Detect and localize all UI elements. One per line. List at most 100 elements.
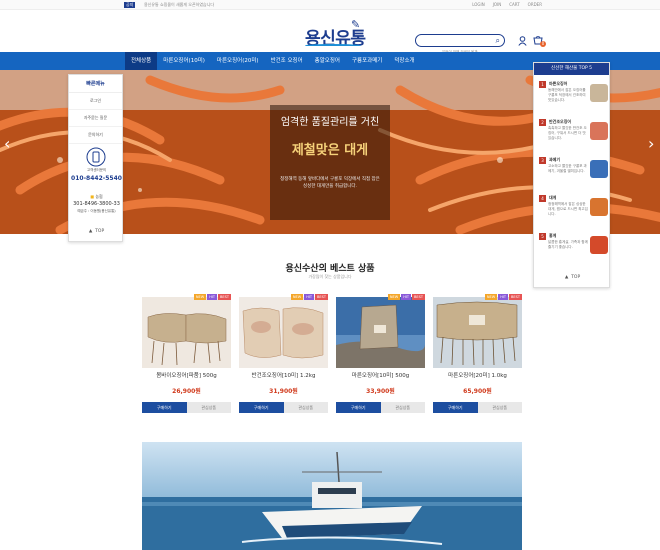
nav-item-dried-10[interactable]: 마른오징어(10미) — [157, 52, 211, 70]
squid-logo-icon: ✎ — [351, 18, 360, 31]
item-desc: 달콤한 홍게살, 가족과 함께 즐기기 좋습니다. — [548, 240, 588, 249]
buy-button[interactable]: 구매하기 — [239, 402, 284, 413]
nav-item-dried-20[interactable]: 마른오징어(20미) — [211, 52, 265, 70]
top5-item[interactable]: 4 대게 청정해역에서 잡은 싱싱한 대게, 찜으로 드시면 최고입니다. — [537, 195, 609, 227]
notice-text[interactable]: 용신유통 쇼핑몰이 새롭게 오픈하였습니다 — [144, 2, 214, 8]
product-tags: NEW HIT BEST — [193, 294, 231, 300]
rank-number: 2 — [539, 119, 546, 126]
nav-item-semi-dried[interactable]: 반건조 오징어 — [265, 52, 309, 70]
nav-item-all[interactable]: 전체상품 — [125, 52, 158, 70]
tag-hit: HIT — [304, 294, 315, 300]
scroll-top-button[interactable]: ▲ TOP — [69, 229, 124, 234]
quick-menu-inquiry[interactable]: 문의하기 — [69, 127, 122, 144]
product-card[interactable]: NEW HIT BEST 마른오징어[10미] 500g 33,900원 구매하… — [336, 294, 425, 416]
rank-number: 4 — [539, 195, 546, 202]
crab-icon — [590, 198, 608, 216]
join-link[interactable]: JOIN — [493, 2, 502, 8]
hero-description: 청정해역 동해 앞바다에서 구룡포 덕장에서 직접 잡은 싱싱한 대게만을 취급… — [280, 177, 380, 189]
section-subtitle: 가장많이 찾는 상품입니다 — [308, 274, 352, 279]
user-icon[interactable] — [518, 36, 527, 46]
tag-best: BEST — [412, 294, 425, 300]
chevron-right-icon[interactable]: › — [648, 134, 654, 153]
tag-new: NEW — [290, 294, 304, 300]
quick-menu-title: 빠른메뉴 — [69, 75, 122, 93]
product-tags: NEW HIT BEST — [290, 294, 328, 300]
product-actions: 구매하기 관심상품 — [433, 402, 522, 413]
product-card[interactable]: NEW HIT BEST 마른오징어[20미] 1.0kg 65,900원 구매… — [433, 294, 522, 416]
top-bar: 공지 용신유통 쇼핑몰이 새롭게 오픈하였습니다 LOGIN JOIN CART… — [0, 0, 660, 10]
cart-count-badge: 0 — [540, 41, 546, 47]
top5-panel: 신선한 해산물 TOP 5 1 마른오징어 동해안에서 잡은 오징어를 구룡포 … — [533, 62, 610, 288]
notice-badge: 공지 — [124, 2, 136, 8]
nav-item-gwamegi[interactable]: 구룡포과메기 — [346, 52, 388, 70]
product-tags: NEW HIT BEST — [484, 294, 522, 300]
item-name: 홍게 — [549, 233, 557, 238]
search-icon[interactable]: ⌕ — [496, 36, 500, 46]
item-desc: 동해안에서 잡은 오징어를 구룡포 덕장에서 건조하여 맛있습니다. — [548, 88, 586, 102]
product-price: 26,900원 — [172, 388, 201, 395]
product-image[interactable] — [336, 297, 425, 368]
cart-link[interactable]: CART — [509, 2, 519, 8]
wishlist-button[interactable]: 관심상품 — [283, 402, 328, 413]
product-image[interactable] — [239, 297, 328, 368]
product-card[interactable]: NEW HIT BEST 반건조오징어[10미] 1.2kg 31,900원 구… — [239, 294, 328, 416]
fishing-boat-image — [142, 442, 522, 550]
wishlist-button[interactable]: 관심상품 — [477, 402, 522, 413]
product-card[interactable]: NEW HIT BEST 몸바이오징어[파품] 500g 26,900원 구매하… — [142, 294, 231, 416]
bank-label: 농협 — [95, 194, 103, 199]
top5-item[interactable]: 2 반건조오징어 촉촉하고 쫄깃한 반건조 오징어, 구워서 드시면 더 맛있습… — [537, 119, 609, 151]
chevron-left-icon[interactable]: ‹ — [4, 134, 10, 153]
top-links: LOGIN JOIN CART ORDER — [472, 2, 542, 8]
rank-number: 1 — [539, 81, 546, 88]
product-image[interactable] — [142, 297, 231, 368]
quick-menu: 빠른메뉴 로그인 자주묻는 질문 문의하기 고객센터문의 010-8442-55… — [68, 74, 123, 242]
product-actions: 구매하기 관심상품 — [336, 402, 425, 413]
buy-button[interactable]: 구매하기 — [336, 402, 381, 413]
product-actions: 구매하기 관심상품 — [239, 402, 328, 413]
item-desc: 고소하고 쫄깃한 구룡포 과메기, 겨울철 별미입니다. — [548, 164, 587, 173]
wishlist-button[interactable]: 관심상품 — [186, 402, 231, 413]
call-label: 고객센터문의 — [86, 168, 107, 172]
search-input[interactable]: ⌕ — [415, 34, 505, 47]
item-desc: 촉촉하고 쫄깃한 반건조 오징어, 구워서 드시면 더 맛있습니다. — [548, 126, 587, 140]
fish-icon — [590, 160, 608, 178]
bank-name: ■ 농협 — [69, 194, 124, 200]
bank-icon: ■ — [90, 194, 95, 199]
squid-icon — [590, 84, 608, 102]
nav-item-baby-squid[interactable]: 총알오징어 — [309, 52, 346, 70]
tag-new: NEW — [484, 294, 498, 300]
product-price: 33,900원 — [366, 388, 395, 395]
account-holder: 예금주 : 이동원(용신유통) — [77, 209, 116, 213]
tag-hit: HIT — [498, 294, 509, 300]
tag-new: NEW — [387, 294, 401, 300]
quick-menu-login[interactable]: 로그인 — [69, 93, 122, 110]
logo[interactable]: 용신유통 ✎ — [305, 18, 366, 49]
quick-menu-faq[interactable]: 자주묻는 질문 — [69, 110, 122, 127]
item-desc: 청정해역에서 잡은 싱싱한 대게, 찜으로 드시면 최고입니다. — [548, 202, 588, 216]
top5-item[interactable]: 1 마른오징어 동해안에서 잡은 오징어를 구룡포 덕장에서 건조하여 맛있습니… — [537, 81, 609, 113]
product-image[interactable] — [433, 297, 522, 368]
logo-wave — [305, 44, 361, 47]
product-name[interactable]: 마른오징어[10미] 500g — [336, 371, 425, 379]
nav-item-about[interactable]: 덕장소개 — [388, 52, 420, 70]
hero-highlight: 제철맞은 대게 — [291, 143, 369, 158]
product-name[interactable]: 마른오징어[20미] 1.0kg — [433, 371, 522, 379]
top5-title: 신선한 해산물 TOP 5 — [534, 63, 609, 75]
tag-hit: HIT — [401, 294, 412, 300]
phone-icon — [86, 147, 106, 167]
hero-caption: 엄격한 품질관리를 거친 제철맞은 대게 청정해역 동해 앞바다에서 구룡포 덕… — [270, 105, 390, 220]
phone-number: 010-8442-5540 — [71, 175, 122, 182]
buy-button[interactable]: 구매하기 — [142, 402, 187, 413]
product-actions: 구매하기 관심상품 — [142, 402, 231, 413]
section-title: 용신수산의 베스트 상품 — [285, 264, 375, 274]
wishlist-button[interactable]: 관심상품 — [380, 402, 425, 413]
account-number: 301-8496-3800-33 — [73, 201, 120, 207]
top5-item[interactable]: 3 과메기 고소하고 쫄깃한 구룡포 과메기, 겨울철 별미입니다. — [537, 157, 609, 189]
rank-number: 3 — [539, 157, 546, 164]
product-name[interactable]: 몸바이오징어[파품] 500g — [142, 371, 231, 379]
login-link[interactable]: LOGIN — [472, 2, 485, 8]
tag-best: BEST — [218, 294, 231, 300]
buy-button[interactable]: 구매하기 — [433, 402, 478, 413]
product-name[interactable]: 반건조오징어[10미] 1.2kg — [239, 371, 328, 379]
order-link[interactable]: ORDER — [528, 2, 542, 8]
